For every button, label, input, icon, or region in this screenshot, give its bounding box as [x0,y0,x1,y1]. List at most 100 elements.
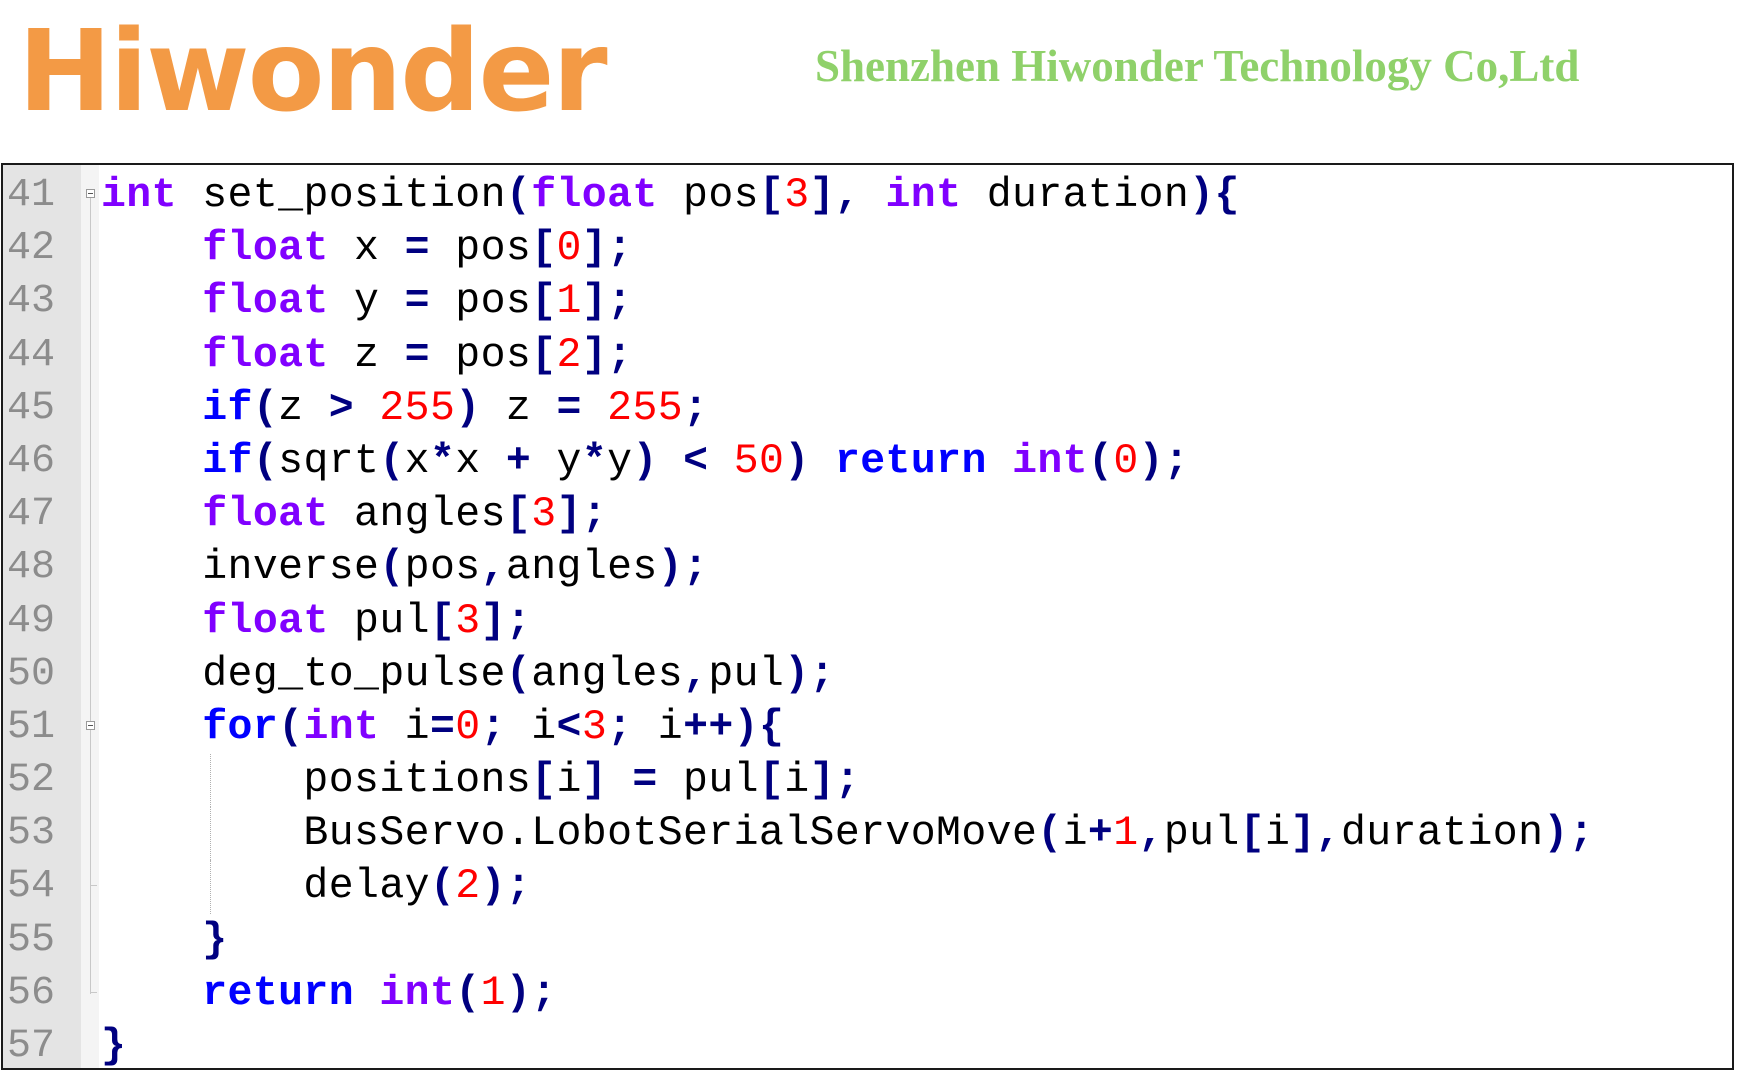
token-ident: x [328,225,405,273]
token-number: 255 [379,384,456,432]
token-operator: = [556,384,582,432]
token-number: 2 [455,863,481,911]
token-ident: x [455,437,506,485]
token-operator: [ [758,757,785,805]
token-operator: = [404,225,430,273]
fold-toggle-icon[interactable] [84,700,98,755]
token-operator: ++){ [683,703,785,751]
token-operator: } [202,916,228,964]
token-ident: sqrt [278,437,380,485]
token-ident [101,278,202,325]
token-ident [101,225,202,272]
line-number: 56 [7,970,56,1016]
token-ident: angles [505,544,658,592]
code-text: float x = pos[0]; [101,222,632,275]
token-operator: } [101,1023,127,1070]
code-line[interactable]: 43 float y = pos[1]; [3,275,1732,329]
header-banner: Hiwonder Shenzhen Hiwonder Technology Co… [0,0,1738,150]
token-ident: pul [657,757,759,805]
token-number: 3 [531,491,557,539]
token-ident [810,438,835,485]
token-ident [101,704,202,751]
token-ident: duration [961,172,1190,219]
token-operator: ); [1138,437,1190,485]
token-type: int [303,703,380,751]
code-line[interactable]: 53 BusServo.LobotSerialServoMove(i+1,pul… [3,807,1732,861]
token-type: float [202,331,329,379]
line-number: 42 [7,226,56,272]
code-line[interactable]: 49 float pul[3]; [3,594,1732,648]
token-operator: [ [429,597,456,645]
token-ident: i [505,703,557,751]
token-type: float [202,597,329,645]
token-ident: i [632,703,684,751]
code-editor[interactable]: 41 int set_position(float pos[3], int dur… [1,163,1734,1070]
token-ident [658,438,683,485]
code-line[interactable]: 45 if(z > 255) z = 255; [3,381,1732,435]
token-ident: y [531,437,582,485]
code-line[interactable]: 52 positions[i] = pul[i]; [3,754,1732,808]
code-text: deg_to_pulse(angles,pul); [101,648,835,701]
token-operator: * [429,437,456,485]
token-type: float [202,278,329,326]
token-operator: ) [632,437,658,485]
token-operator: , [480,544,506,592]
token-operator: ]; [581,331,633,379]
token-operator: ); [1543,810,1595,858]
token-type: float [202,225,329,273]
token-number: 1 [480,969,506,1017]
code-line[interactable]: 42 float x = pos[0]; [3,222,1732,276]
token-operator: ( [252,384,279,432]
code-lines: 41 int set_position(float pos[3], int dur… [3,169,1732,1070]
token-number: 0 [556,225,582,273]
code-text: float angles[3]; [101,488,607,541]
code-text: } [101,1020,127,1070]
token-number: 3 [581,703,608,751]
token-ident: z [328,331,405,379]
fold-line-icon [84,434,98,489]
line-number: 43 [7,279,56,325]
token-operator: ( [1088,437,1114,485]
fold-line-icon [84,966,98,1020]
token-ident: pul [1163,810,1240,858]
code-line[interactable]: 46 if(sqrt(x*x + y*y) < 50) return int(0… [3,434,1732,489]
token-ident [101,491,202,538]
token-ident: z [278,384,329,432]
token-operator: ( [429,863,456,911]
token-keyword: return [202,969,355,1017]
code-line[interactable]: 47 float angles[3]; [3,488,1732,542]
code-text: if(z > 255) z = 255; [101,382,708,435]
line-number: 54 [7,864,56,910]
token-operator: ( [505,650,532,698]
code-line[interactable]: 50 deg_to_pulse(angles,pul); [3,647,1732,701]
code-line[interactable]: 56 return int(1); [3,966,1732,1020]
token-number: 1 [556,278,582,326]
token-operator: ]; [556,491,608,539]
company-name: Shenzhen Hiwonder Technology Co,Ltd [815,41,1580,91]
code-line[interactable]: 48 inverse(pos,angles); [3,541,1732,595]
token-keyword: if [202,437,253,485]
token-operator: * [581,437,608,485]
token-ident [101,970,202,1017]
token-type: float [531,172,658,219]
token-type: int [379,969,456,1017]
code-text: float z = pos[2]; [101,329,632,382]
token-operator: ); [480,863,532,911]
token-number: 0 [1113,437,1139,485]
token-ident: pos [657,172,759,219]
code-text: float y = pos[1]; [101,275,632,328]
fold-empty [84,1020,98,1068]
token-ident [987,438,1012,485]
code-line[interactable]: 57} [3,1020,1732,1070]
fold-line-icon [84,488,98,542]
code-line[interactable]: 44 float z = pos[2]; [3,328,1732,382]
token-operator: ( [252,437,279,485]
code-line[interactable]: 41 int set_position(float pos[3], int dur… [3,169,1732,223]
code-line[interactable]: 55 } [3,913,1732,967]
code-line[interactable]: 54 delay(2); [3,860,1732,914]
code-line[interactable]: 51 for(int i=0; i<3; i++){ [3,700,1732,755]
token-operator: ], [1290,810,1341,858]
token-ident: BusServo.LobotSerialServoMove [101,810,1038,858]
token-operator: ( [379,544,405,592]
fold-toggle-icon[interactable] [84,169,98,223]
